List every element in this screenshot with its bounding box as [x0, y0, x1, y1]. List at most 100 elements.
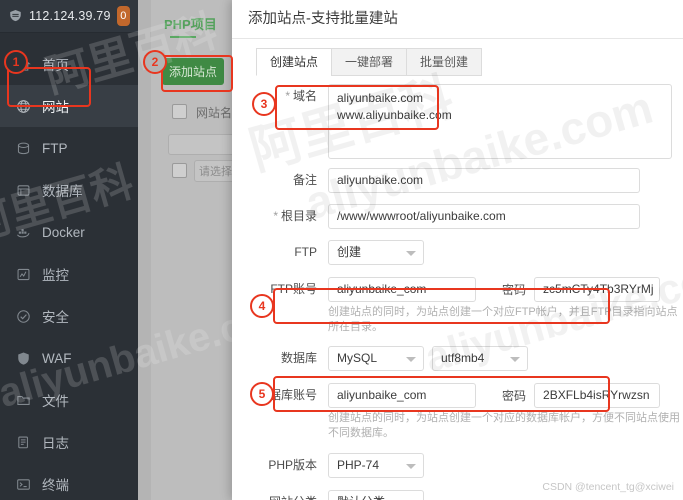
tab-php-project[interactable]: PHP项目: [164, 14, 217, 33]
chevron-down-icon: [406, 251, 416, 256]
row-checkbox[interactable]: [172, 163, 187, 178]
sidebar-item-label: 监控: [42, 268, 69, 283]
database-charset-value: utf8mb4: [441, 351, 485, 365]
form-row-ftp-account: FTP账号 aliyunbaike_com 密码 zc5mCTy4Tb3RYrM…: [232, 277, 683, 335]
globe-icon: [16, 99, 31, 114]
add-site-form: 域名 aliyunbaike.com www.aliyunbaike.com 备…: [232, 84, 683, 500]
label-database: 数据库: [280, 351, 317, 365]
server-ip-label: 112.124.39.79: [29, 9, 111, 23]
monitor-icon: [16, 267, 31, 282]
add-site-button[interactable]: 添加站点: [162, 58, 224, 85]
remark-control: aliyunbaike.com: [328, 168, 683, 193]
sidebar-item-docker[interactable]: Docker: [0, 211, 138, 253]
tab-create-site[interactable]: 创建站点: [256, 48, 333, 76]
label-site-category: 网站分类: [232, 490, 328, 500]
ftp-select-value: 创建: [337, 245, 362, 259]
form-row-database-account: 数据库账号 aliyunbaike_com 密码 2BXFLb4isRYrwzs…: [232, 383, 683, 441]
sidebar-item-label: FTP: [42, 140, 68, 156]
database-charset-select[interactable]: utf8mb4: [432, 346, 528, 371]
database-engine-value: MySQL: [337, 351, 378, 365]
form-row-ftp: FTP 创建: [232, 240, 683, 265]
terminal-icon: [16, 477, 31, 492]
label-database-password: 密码: [502, 389, 527, 403]
form-row-domain: 域名 aliyunbaike.com www.aliyunbaike.com: [232, 84, 683, 159]
database-hint: 创建站点的同时，为站点创建一个对应的数据库帐户，方便不同站点使用不同数据库。: [328, 412, 680, 439]
notification-badge[interactable]: 0: [116, 6, 130, 26]
docker-icon: [16, 225, 31, 240]
sidebar-nav: 首页 网站 FTP 数据库 Docker 监控 安全 WAF 文件 日志 终端: [0, 33, 138, 500]
php-version-select[interactable]: PHP-74: [328, 453, 424, 478]
dialog-title: 添加站点-支持批量建站: [232, 0, 683, 39]
root-dir-control: /www/wwwroot/aliyunbaike.com: [328, 204, 683, 229]
sidebar: 112.124.39.79 0 首页 网站 FTP 数据库 Docker 监控 …: [0, 0, 138, 500]
chevron-down-icon: [406, 464, 416, 469]
shield-icon: [16, 351, 31, 366]
label-root-dir: 根目录: [232, 204, 328, 229]
csdn-credit: CSDN @tencent_tg@xciwei: [542, 481, 674, 493]
ftp-account-input[interactable]: aliyunbaike_com: [328, 277, 476, 302]
chevron-down-icon: [510, 357, 520, 362]
column-header-site-name: 网站名: [196, 106, 233, 120]
sidebar-item-label: 文件: [42, 394, 69, 409]
sidebar-item-label: 数据库: [42, 184, 83, 199]
database-engine-select[interactable]: MySQL: [328, 346, 424, 371]
sidebar-item-logs[interactable]: 日志: [0, 421, 138, 463]
ftp-select[interactable]: 创建: [328, 240, 424, 265]
sidebar-item-security[interactable]: 安全: [0, 295, 138, 337]
label-remark: 备注: [292, 173, 317, 187]
label-database-account: 数据库账号: [256, 388, 317, 402]
database-password-input[interactable]: 2BXFLb4isRYrwzsn: [534, 383, 661, 408]
site-category-value: 默认分类: [337, 495, 385, 500]
sidebar-item-label: 日志: [42, 436, 69, 451]
remark-input[interactable]: aliyunbaike.com: [328, 168, 640, 193]
panel-logo-icon: [8, 9, 23, 23]
sidebar-item-ftp[interactable]: FTP: [0, 127, 138, 169]
root-dir-input[interactable]: /www/wwwroot/aliyunbaike.com: [328, 204, 640, 229]
marker-4: 4: [250, 294, 274, 318]
sidebar-item-waf[interactable]: WAF: [0, 337, 138, 379]
tab-batch-create[interactable]: 批量创建: [406, 48, 483, 76]
sidebar-item-label: 网站: [42, 100, 69, 115]
database-icon: [16, 183, 31, 198]
form-row-root-dir: 根目录 /www/wwwroot/aliyunbaike.com: [232, 204, 683, 229]
sidebar-item-database[interactable]: 数据库: [0, 169, 138, 211]
tab-underline: [170, 36, 196, 38]
sidebar-item-label: Docker: [42, 224, 85, 240]
chevron-down-icon: [406, 357, 416, 362]
sidebar-item-label: WAF: [42, 350, 72, 366]
folder-icon: [16, 393, 31, 408]
dialog-tabs: 创建站点 一键部署 批量创建: [256, 48, 483, 76]
domain-control: aliyunbaike.com www.aliyunbaike.com: [328, 84, 683, 159]
label-ftp: FTP: [294, 245, 317, 259]
ftp-account-control: aliyunbaike_com 密码 zc5mCTy4Tb3RYrMj 创建站点…: [328, 277, 683, 335]
shield-check-icon: [16, 309, 31, 324]
php-version-value: PHP-74: [337, 458, 380, 472]
app-root: 112.124.39.79 0 首页 网站 FTP 数据库 Docker 监控 …: [0, 0, 683, 500]
sidebar-item-terminal[interactable]: 终端: [0, 463, 138, 500]
sidebar-item-label: 终端: [42, 478, 69, 493]
ftp-icon: [16, 141, 31, 156]
ftp-control: 创建: [328, 240, 683, 265]
marker-2: 2: [143, 50, 167, 74]
database-account-input[interactable]: aliyunbaike_com: [328, 383, 476, 408]
marker-3: 3: [252, 92, 276, 116]
sidebar-item-website[interactable]: 网站: [0, 85, 138, 127]
label-ftp-password: 密码: [502, 283, 527, 297]
tab-one-click-deploy[interactable]: 一键部署: [331, 48, 408, 76]
select-all-checkbox[interactable]: [172, 104, 187, 119]
form-row-remark: 备注 aliyunbaike.com: [232, 168, 683, 193]
database-control: MySQL utf8mb4: [328, 346, 683, 371]
sidebar-item-files[interactable]: 文件: [0, 379, 138, 421]
ftp-password-input[interactable]: zc5mCTy4Tb3RYrMj: [534, 277, 661, 302]
domain-textarea[interactable]: aliyunbaike.com www.aliyunbaike.com: [328, 84, 672, 159]
site-category-select[interactable]: 默认分类: [328, 490, 424, 500]
add-site-dialog: 添加站点-支持批量建站 创建站点 一键部署 批量创建 域名 aliyunbaik…: [232, 0, 683, 500]
form-row-database: 数据库 MySQL utf8mb4: [232, 346, 683, 371]
marker-5: 5: [250, 382, 274, 406]
marker-1: 1: [4, 50, 28, 74]
label-domain: 域名: [232, 84, 328, 109]
database-account-control: aliyunbaike_com 密码 2BXFLb4isRYrwzsn 创建站点…: [328, 383, 683, 441]
ftp-hint: 创建站点的同时，为站点创建一个对应FTP帐户，并且FTP目录指向站点所在目录。: [328, 306, 678, 333]
label-ftp-account: FTP账号: [270, 282, 317, 296]
sidebar-item-monitor[interactable]: 监控: [0, 253, 138, 295]
